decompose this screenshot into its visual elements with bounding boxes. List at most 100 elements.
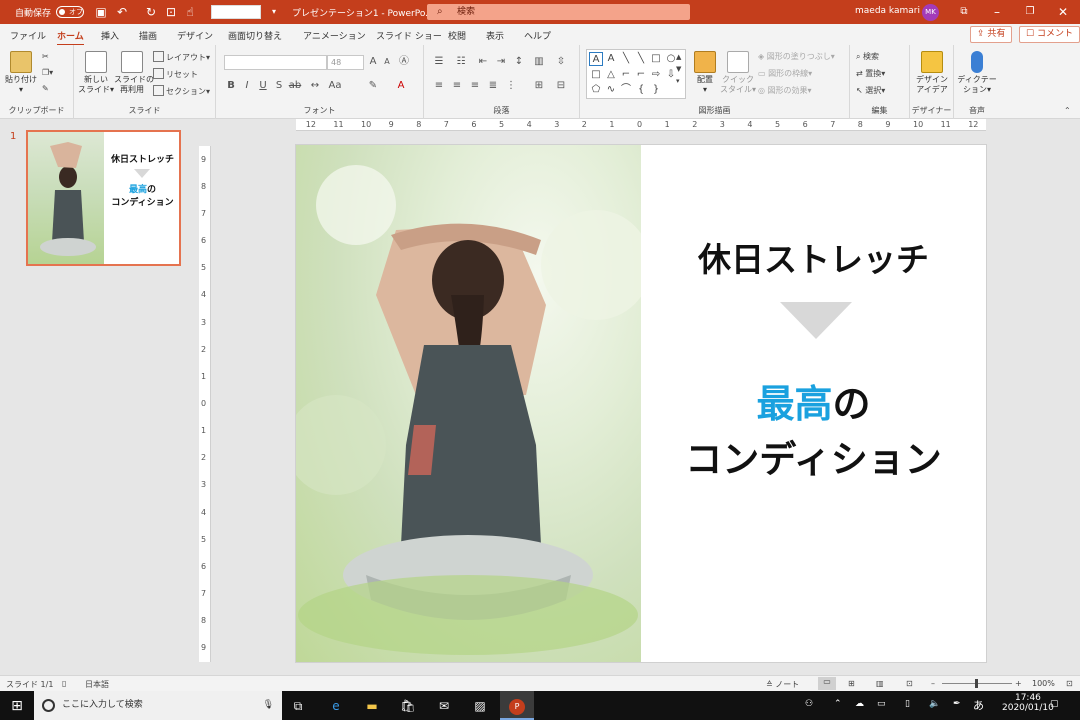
touch-mode-icon[interactable]: ☝	[182, 4, 198, 20]
clock[interactable]: 17:46 2020/01/10	[1002, 693, 1054, 713]
decrease-indent-icon[interactable]: ⇤	[476, 55, 490, 69]
curve-shape-icon[interactable]: ∿	[604, 83, 618, 97]
minimize-icon[interactable]: –	[988, 3, 1006, 21]
down-arrow-triangle[interactable]	[780, 302, 852, 339]
tab-review[interactable]: 校閲	[448, 29, 466, 42]
notifications-icon[interactable]: ▢	[1050, 699, 1059, 709]
copy-icon[interactable]: ❐▾	[42, 67, 53, 79]
align-center-icon[interactable]: ≡	[450, 79, 464, 93]
strikethrough-icon[interactable]: ab	[288, 79, 302, 93]
line-shape-icon[interactable]: ╲	[619, 52, 633, 66]
shape-fill-button[interactable]: ◈ 図形の塗りつぶし▾	[758, 51, 835, 63]
highlight-icon[interactable]: ✎	[366, 79, 380, 93]
replace-button[interactable]: ⇄ 置換▾	[856, 68, 885, 80]
font-size-input[interactable]: 48	[327, 55, 364, 70]
rect2-shape-icon[interactable]: □	[589, 68, 603, 82]
user-name[interactable]: maeda kamari	[855, 6, 920, 16]
zoom-in-icon[interactable]: +	[1015, 679, 1022, 688]
font-name-input[interactable]	[224, 55, 327, 70]
zoom-out-icon[interactable]: –	[931, 679, 935, 688]
slide-photo[interactable]	[296, 145, 641, 662]
grow-font-icon[interactable]: A	[366, 55, 380, 69]
search-box[interactable]: ⌕ 検索	[427, 4, 690, 20]
zoom-level[interactable]: 100%	[1032, 679, 1055, 688]
ribbon-display-icon[interactable]: ⧉	[955, 3, 973, 21]
new-slide-button[interactable]: 新しい スライド▾	[78, 51, 114, 95]
reading-view-icon[interactable]: ▥	[876, 679, 884, 688]
align-text-icon[interactable]: ⊞	[532, 79, 546, 93]
align-left-icon[interactable]: ≡	[432, 79, 446, 93]
comment-button[interactable]: ☐ コメント	[1019, 26, 1080, 43]
start-slideshow-icon[interactable]: ⊡	[163, 4, 179, 20]
undo-icon[interactable]: ↶	[114, 4, 130, 20]
align-right-icon[interactable]: ≡	[468, 79, 482, 93]
tab-draw[interactable]: 描画	[139, 29, 157, 42]
shape-outline-button[interactable]: ▭ 図形の枠線▾	[758, 68, 812, 80]
autosave-toggle[interactable]: オフ	[56, 6, 84, 18]
italic-icon[interactable]: I	[240, 79, 254, 93]
underline-icon[interactable]: U	[256, 79, 270, 93]
distribute-icon[interactable]: ⋮	[504, 79, 518, 93]
justify-icon[interactable]: ≣	[486, 79, 500, 93]
people-icon[interactable]: ⚇	[805, 699, 813, 709]
line-spacing-icon[interactable]: ↕	[512, 55, 526, 69]
tab-insert[interactable]: 挿入	[101, 29, 119, 42]
text-direction-icon[interactable]: ⇳	[554, 55, 568, 69]
mail-icon[interactable]: ✉	[433, 695, 455, 717]
shrink-font-icon[interactable]: A	[380, 55, 394, 69]
customize-toolbar-icon[interactable]: ▾	[266, 4, 282, 20]
slideshow-view-icon[interactable]: ⊡	[906, 679, 913, 688]
bold-icon[interactable]: B	[224, 79, 238, 93]
reuse-slides-button[interactable]: スライドの 再利用	[114, 51, 154, 95]
ime-indicator[interactable]: あ	[973, 697, 984, 713]
change-case-icon[interactable]: Aa	[328, 79, 342, 93]
normal-view-icon[interactable]: ▭	[818, 677, 836, 690]
taskbar-search[interactable]: ここに入力して検索 🎙	[34, 691, 282, 720]
shadow-icon[interactable]: S	[272, 79, 286, 93]
numbering-icon[interactable]: ☷	[454, 55, 468, 69]
tab-help[interactable]: ヘルプ	[524, 29, 551, 42]
arrange-button[interactable]: 配置 ▾	[690, 51, 720, 95]
brace-right-shape-icon[interactable]: }	[649, 83, 663, 97]
powerpoint-taskbar-icon[interactable]: P	[500, 691, 534, 720]
arc-shape-icon[interactable]: ⌒	[619, 83, 633, 97]
vertical-textbox-shape-icon[interactable]: A	[604, 52, 618, 66]
layout-button[interactable]: レイアウト▾	[153, 51, 210, 64]
triangle-shape-icon[interactable]: △	[604, 68, 618, 82]
shapes-gallery[interactable]: A A ╲ ╲ □ ○ □ △ ⌐ ⌐ ⇨ ⇩ ⬠ ∿ ⌒ { }	[586, 49, 686, 99]
share-button[interactable]: ⇪ 共有	[970, 26, 1013, 43]
slide-thumbnail[interactable]: 休日ストレッチ 最高の コンディション	[26, 130, 181, 266]
tab-view[interactable]: 表示	[486, 29, 504, 42]
edge-icon[interactable]: e	[325, 695, 347, 717]
slide-canvas[interactable]: 休日ストレッチ 最高の コンディション	[296, 145, 986, 662]
collapse-ribbon-icon[interactable]: ⌃	[1064, 105, 1071, 117]
line2-shape-icon[interactable]: ╲	[634, 52, 648, 66]
task-view-icon[interactable]: ⧉	[287, 695, 309, 717]
textbox-shape-icon[interactable]: A	[589, 52, 603, 66]
quick-style-button[interactable]: クイック スタイル▾	[720, 51, 756, 95]
right-arrow-shape-icon[interactable]: ⇨	[649, 68, 663, 82]
redo-icon[interactable]: ↻	[143, 4, 159, 20]
close-icon[interactable]: ✕	[1054, 3, 1072, 21]
cut-icon[interactable]: ✂	[42, 51, 49, 63]
gallery-scroll-icon[interactable]: ▲ ▼ ▾	[676, 51, 681, 87]
shape-effect-button[interactable]: ◎ 図形の効果▾	[758, 85, 812, 97]
bullets-icon[interactable]: ☰	[432, 55, 446, 69]
microphone-icon[interactable]: 🎙	[263, 691, 274, 720]
language-indicator[interactable]: 日本語	[85, 679, 109, 690]
notes-button[interactable]: ≙ ノート	[766, 679, 799, 690]
restore-icon[interactable]: ❐	[1021, 3, 1039, 21]
rectangle-shape-icon[interactable]: □	[649, 52, 663, 66]
tab-slideshow[interactable]: スライド ショー	[376, 29, 442, 42]
char-spacing-icon[interactable]: ↔	[308, 79, 322, 93]
slide-line3[interactable]: コンディション	[641, 429, 986, 483]
smartart-icon[interactable]: ⊟	[554, 79, 568, 93]
network-icon[interactable]: ▯	[905, 699, 910, 709]
tab-design[interactable]: デザイン	[177, 29, 213, 42]
spellcheck-icon[interactable]: ▯	[62, 679, 66, 688]
font-color-icon[interactable]: A	[394, 79, 408, 93]
tab-file[interactable]: ファイル	[10, 29, 46, 42]
dictate-button[interactable]: ディクテー ション▾	[956, 51, 998, 95]
battery-icon[interactable]: ▭	[877, 699, 886, 709]
file-explorer-icon[interactable]: ▬	[361, 695, 383, 717]
